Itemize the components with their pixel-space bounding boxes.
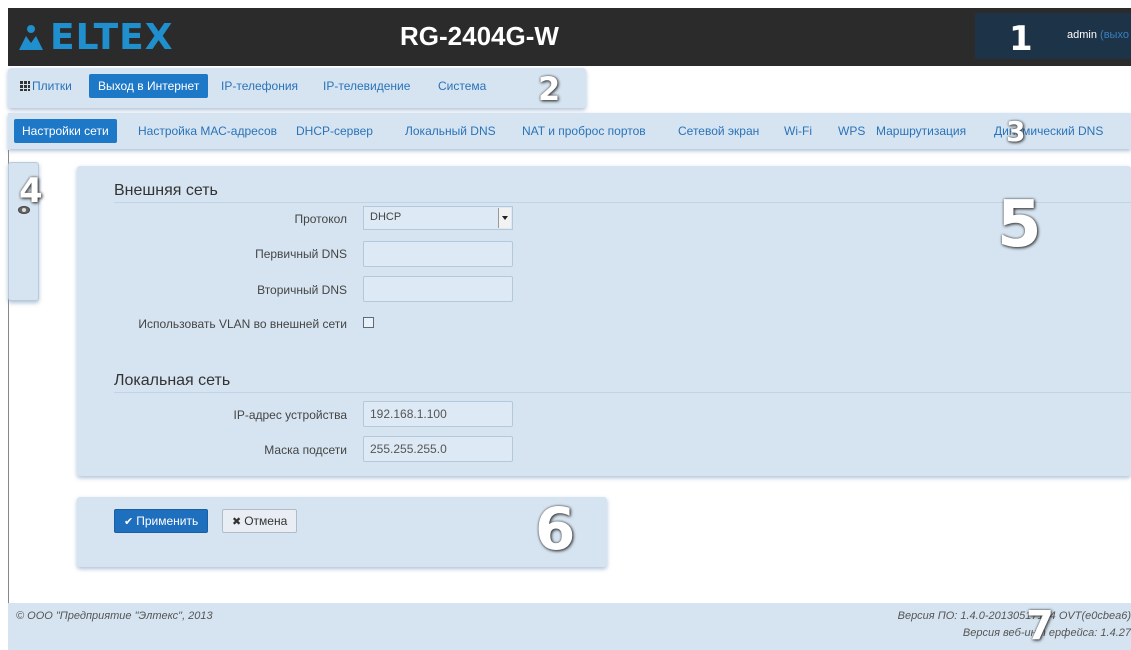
apply-label: Применить <box>136 514 199 528</box>
tab-nat[interactable]: NAT и проброс портов <box>522 124 646 138</box>
lan-divider <box>114 392 1131 393</box>
callout-6: 6 <box>535 495 576 563</box>
tab-local-dns[interactable]: Локальный DNS <box>405 124 496 138</box>
firmware-version: Версия ПО: 1.4.0-20130517174 OVT(e0cbea6… <box>897 610 1131 622</box>
menu-item-system[interactable]: Система <box>438 79 486 93</box>
callout-3: 3 <box>1006 115 1026 148</box>
callout-7: 7 <box>1026 603 1054 649</box>
wan-section-title: Внешняя сеть <box>114 182 218 199</box>
menu-item-tiles[interactable]: Плитки <box>20 79 72 93</box>
chevron-down-icon <box>498 208 511 228</box>
lan-section-title: Локальная сеть <box>114 372 231 389</box>
dns2-label: Вторичный DNS <box>257 283 347 297</box>
tab-firewall[interactable]: Сетевой экран <box>678 124 759 138</box>
menu-item-internet[interactable]: Выход в Интернет <box>89 74 209 98</box>
vlan-checkbox[interactable] <box>363 317 374 328</box>
side-panel: 4 <box>8 162 43 301</box>
protocol-value: DHCP <box>370 211 402 223</box>
tab-dhcp-server[interactable]: DHCP-сервер <box>296 124 373 138</box>
cancel-button[interactable]: ✖ Отмена <box>222 509 298 533</box>
ip-input[interactable]: 192.168.1.100 <box>363 401 513 427</box>
wan-divider <box>114 202 1131 203</box>
tiles-label: Плитки <box>32 79 72 93</box>
header-bar: ELTEX RG-2404G-W 1 admin (выхо <box>8 8 1131 66</box>
eye-icon[interactable] <box>18 206 30 214</box>
sub-menu: Настройки сети Настройка МАС-адресов DHC… <box>8 113 1131 149</box>
actions-panel: ✔ Применить ✖ Отмена 6 <box>77 495 607 567</box>
menu-item-ip-tv[interactable]: IP-телевидение <box>323 79 410 93</box>
eltex-logo[interactable]: ELTEX <box>16 20 173 56</box>
mask-input[interactable]: 255.255.255.0 <box>363 436 513 462</box>
mask-label: Маска подсети <box>264 443 347 457</box>
dns2-input[interactable] <box>363 276 513 302</box>
dns1-input[interactable] <box>363 241 513 267</box>
callout-2: 2 <box>538 70 561 108</box>
ip-label: IP-адрес устройства <box>233 408 347 422</box>
footer: © ООО "Предприятие "Элтекс", 2013 Версия… <box>8 603 1131 650</box>
grid-icon <box>20 81 30 91</box>
callout-4: 4 <box>19 171 43 211</box>
tab-routing[interactable]: Маршрутизация <box>876 124 966 138</box>
user-box: 1 admin (выхо <box>975 13 1131 59</box>
check-icon: ✔ <box>124 516 134 528</box>
apply-button[interactable]: ✔ Применить <box>114 509 209 533</box>
device-title: RG-2404G-W <box>400 21 559 51</box>
close-icon: ✖ <box>232 516 242 528</box>
logout-link[interactable]: (выхо <box>1100 29 1129 41</box>
tab-mac-settings[interactable]: Настройка МАС-адресов <box>138 124 277 138</box>
main-menu: Плитки Выход в Интернет IP-телефония IP-… <box>8 68 586 108</box>
dns1-label: Первичный DNS <box>255 247 347 261</box>
settings-panel: Внешняя сеть Протокол DHCP Первичный DNS… <box>77 166 1131 476</box>
vlan-label: Использовать VLAN во внешней сети <box>138 317 347 331</box>
copyright-text: © ООО "Предприятие "Элтекс", 2013 <box>16 610 213 622</box>
user-label: admin <box>1067 29 1097 41</box>
protocol-select[interactable]: DHCP <box>363 206 513 230</box>
tab-wifi[interactable]: Wi-Fi <box>784 124 812 138</box>
user-name: admin (выхо <box>1067 29 1129 41</box>
tab-network-settings[interactable]: Настройки сети <box>14 119 117 143</box>
logo-text: ELTEX <box>50 17 174 58</box>
eltex-logo-icon <box>19 25 43 50</box>
tab-wps[interactable]: WPS <box>838 124 865 138</box>
menu-item-ip-telephony[interactable]: IP-телефония <box>221 79 298 93</box>
protocol-label: Протокол <box>294 212 347 226</box>
cancel-label: Отмена <box>244 514 288 528</box>
callout-1: 1 <box>1009 19 1033 59</box>
callout-5: 5 <box>997 188 1042 262</box>
